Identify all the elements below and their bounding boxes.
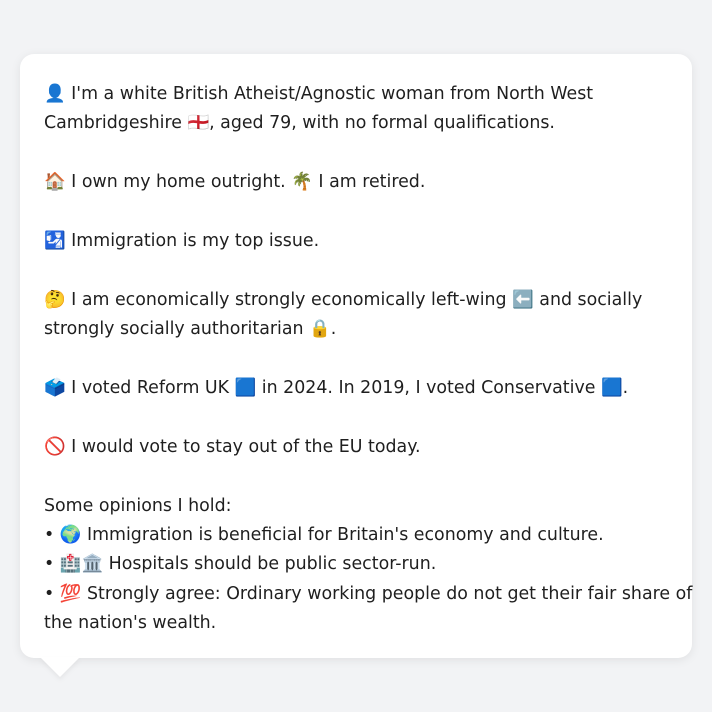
identity-line-2: Cambridgeshire 🏴󠁧󠁢󠁥󠁮󠁧󠁿, aged 79, with no…: [44, 113, 555, 134]
opinions-heading: Some opinions I hold:: [44, 495, 232, 516]
opinion-item-2: • 🏥🏛️ Hospitals should be public sector-…: [44, 554, 437, 575]
identity-line-1: 👤 I'm a white British Atheist/Agnostic w…: [44, 84, 594, 104]
vote-history-line: 🗳️ I voted Reform UK 🟦 in 2024. In 2019,…: [44, 378, 629, 398]
bubble-tail: [40, 657, 80, 677]
eu-stance-line: 🚫 I would vote to stay out of the EU tod…: [44, 436, 421, 457]
chat-message-bubble: 👤 I'm a white British Atheist/Agnostic w…: [20, 54, 692, 658]
top-issue-line: 🛂 Immigration is my top issue.: [44, 231, 320, 251]
opinion-item-3-line-1: • 💯 Strongly agree: Ordinary working peo…: [44, 583, 693, 604]
ideology-line-1: 🤔 I am economically strongly economicall…: [44, 289, 643, 310]
home-work-line: 🏠 I own my home outright. 🌴 I am retired…: [44, 172, 426, 193]
opinion-item-3-line-2: the nation's wealth.: [44, 613, 217, 634]
opinion-item-1: • 🌍 Immigration is beneficial for Britai…: [44, 525, 604, 545]
ideology-line-2: strongly socially authoritarian 🔒.: [44, 319, 337, 340]
